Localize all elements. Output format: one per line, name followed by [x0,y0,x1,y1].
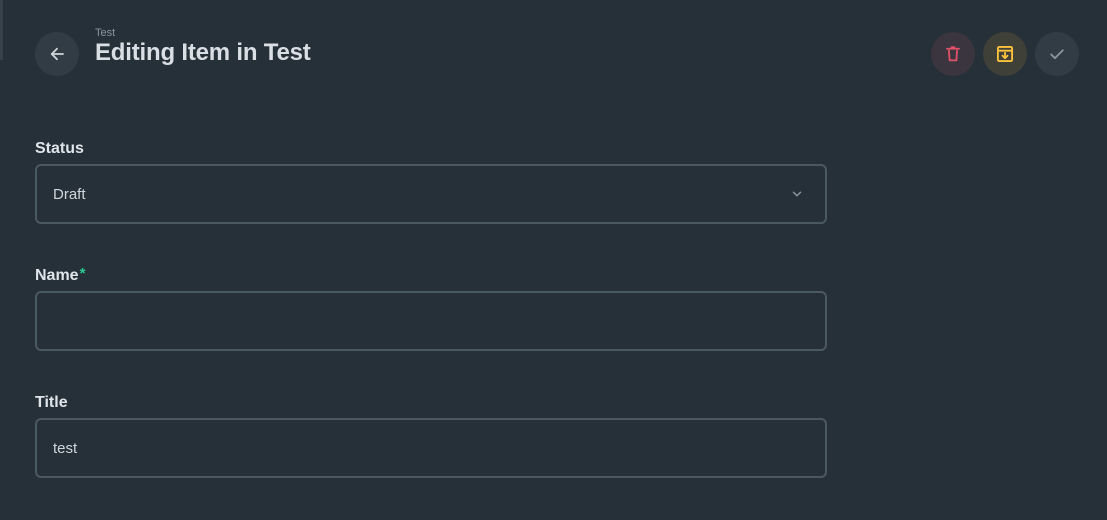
status-value: Draft [53,185,86,203]
app-window: Test Editing Item in Test Status Draft N… [0,0,1107,520]
archive-button[interactable] [983,32,1027,76]
page-title: Editing Item in Test [95,39,311,66]
name-field: Name* [35,265,827,351]
chevron-down-icon [789,186,805,202]
required-marker: * [79,265,86,282]
title-value: test [53,439,78,457]
archive-icon [997,46,1013,62]
name-label: Name* [35,265,86,284]
name-input[interactable] [35,291,827,351]
check-icon [1050,49,1064,60]
save-button[interactable] [1035,32,1079,76]
breadcrumb[interactable]: Test [95,27,311,39]
sidebar-edge [0,0,3,60]
status-label: Status [35,140,84,157]
status-field: Status Draft [35,138,827,224]
header-actions [931,32,1079,76]
title-input[interactable]: test [35,418,827,478]
title-field: Title test [35,392,827,478]
title-label: Title [35,394,68,411]
back-button[interactable] [35,32,79,76]
status-select[interactable]: Draft [35,164,827,224]
trash-icon [946,46,960,62]
header-titles: Test Editing Item in Test [95,27,311,67]
arrow-left-icon [50,47,64,61]
delete-button[interactable] [931,32,975,76]
